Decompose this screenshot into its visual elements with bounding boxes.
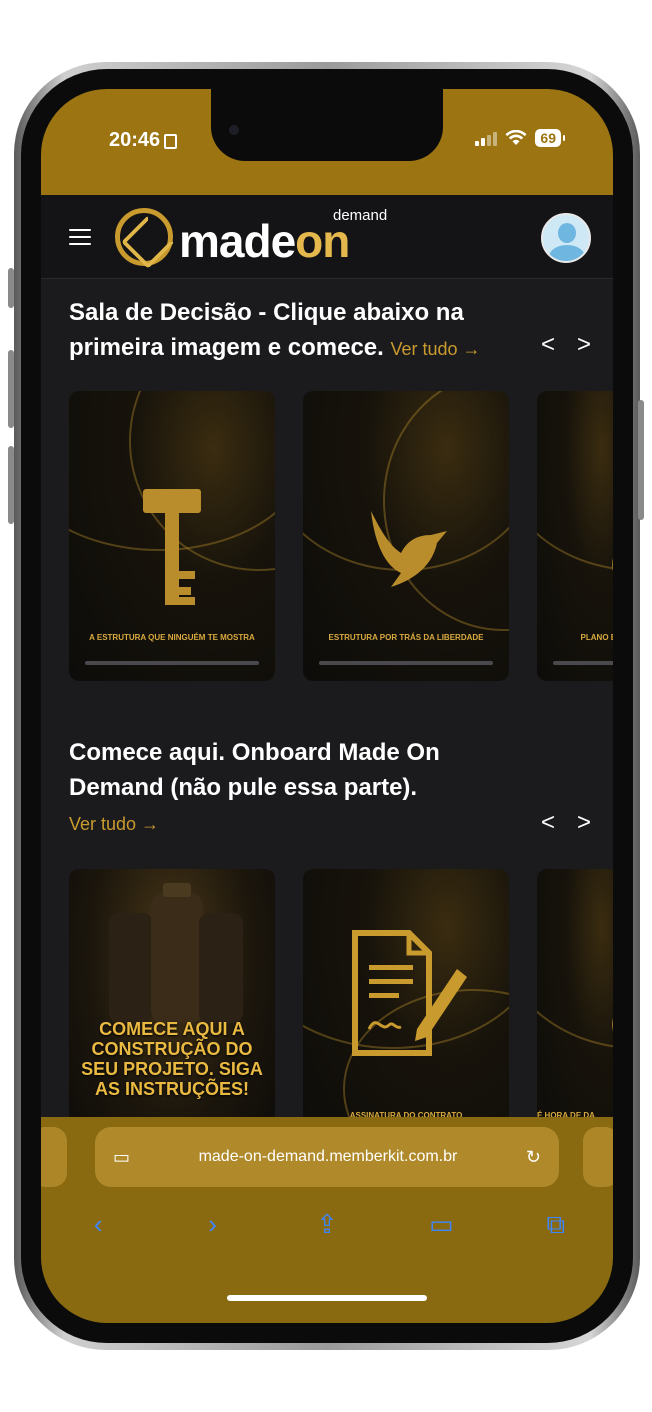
page-menu-icon[interactable]: ▭ <box>113 1147 130 1168</box>
menu-icon[interactable] <box>69 229 91 245</box>
bird-icon <box>371 511 447 587</box>
carousel-next-button[interactable]: > <box>577 331 591 359</box>
status-time: 20:46 <box>109 129 178 152</box>
carousel-nav: < > <box>541 809 591 837</box>
card-caption: PLANO E LA <box>580 633 613 642</box>
next-tab-preview[interactable] <box>583 1127 613 1187</box>
battery-icon: 69 <box>535 129 565 147</box>
volume-up-button <box>8 350 14 428</box>
progress-bar <box>553 661 613 665</box>
key-icon <box>143 489 201 605</box>
bookmarks-icon[interactable]: ▭ <box>421 1209 461 1241</box>
course-card[interactable]: PLANO E LA <box>537 391 613 681</box>
card-caption: ESTRUTURA POR TRÁS DA LIBERDADE <box>328 633 484 642</box>
dynamic-island <box>211 89 443 161</box>
id-card-icon <box>164 134 178 149</box>
screen: 20:46 69 madeon demand Sala de Decisão -… <box>41 89 613 1323</box>
course-card[interactable]: A ESTRUTURA QUE NINGUÉM TE MOSTRA <box>69 391 275 681</box>
logo-demand-text: demand <box>333 207 388 224</box>
see-all-link[interactable]: Ver tudo → <box>69 814 159 834</box>
course-card[interactable]: COMECE AQUI A CONSTRUÇÃO DO SEU PROJETO.… <box>69 869 275 1159</box>
card-headline: COMECE AQUI A CONSTRUÇÃO DO SEU PROJETO.… <box>81 1019 263 1099</box>
see-all-link[interactable]: Ver tudo → <box>391 339 481 359</box>
carousel-prev-button[interactable]: < <box>541 331 555 359</box>
signal-icon <box>475 130 498 146</box>
partial-icon <box>612 558 613 571</box>
app-header: madeon demand <box>41 195 613 279</box>
address-bar[interactable]: ▭ made-on-demand.memberkit.com.br ↻ <box>95 1127 559 1187</box>
phone-bezel: 20:46 69 madeon demand Sala de Decisão -… <box>21 69 633 1343</box>
browser-chrome: ▭ made-on-demand.memberkit.com.br ↻ ‹ › … <box>41 1117 613 1323</box>
url-text: made-on-demand.memberkit.com.br <box>198 1148 458 1165</box>
status-bar: 20:46 69 <box>41 89 613 195</box>
camera-icon <box>229 125 239 135</box>
share-icon[interactable]: ⇪ <box>307 1209 347 1241</box>
partial-icon <box>612 1018 613 1031</box>
section-title: Comece aqui. Onboard Made On Demand (não… <box>69 739 440 834</box>
card-row: A ESTRUTURA QUE NINGUÉM TE MOSTRA ESTRUT… <box>69 391 613 681</box>
card-row: COMECE AQUI A CONSTRUÇÃO DO SEU PROJETO.… <box>69 869 613 1159</box>
logo-wordmark: madeon <box>179 215 350 267</box>
logo[interactable]: madeon demand <box>115 207 387 267</box>
contract-pen-icon <box>352 930 467 1056</box>
power-button <box>638 400 644 520</box>
carousel-nav: < > <box>541 331 591 359</box>
wifi-icon <box>505 130 527 145</box>
carousel-prev-button[interactable]: < <box>541 809 555 837</box>
forward-icon[interactable]: › <box>193 1209 233 1241</box>
volume-down-button <box>8 446 14 524</box>
course-card[interactable]: ESTRUTURA POR TRÁS DA LIBERDADE <box>303 391 509 681</box>
course-card[interactable]: É HORA DE DA <box>537 869 613 1159</box>
logo-icon <box>115 208 173 266</box>
progress-bar <box>319 661 493 665</box>
carousel-next-button[interactable]: > <box>577 809 591 837</box>
clock: 20:46 <box>109 129 161 151</box>
back-icon[interactable]: ‹ <box>78 1209 118 1241</box>
card-caption: A ESTRUTURA QUE NINGUÉM TE MOSTRA <box>89 633 255 642</box>
side-button <box>8 268 14 308</box>
avatar[interactable] <box>541 213 591 263</box>
home-indicator[interactable] <box>227 1295 427 1301</box>
course-card[interactable]: ASSINATURA DO CONTRATO <box>303 869 509 1159</box>
progress-bar <box>85 661 259 665</box>
browser-toolbar: ‹ › ⇪ ▭ ⧉ <box>41 1209 613 1241</box>
status-indicators: 69 <box>475 129 565 147</box>
tabs-icon[interactable]: ⧉ <box>536 1209 576 1241</box>
previous-tab-preview[interactable] <box>41 1127 67 1187</box>
section-title: Sala de Decisão - Clique abaixo na prime… <box>69 299 481 361</box>
bottles-icon <box>109 883 243 1023</box>
phone-frame: 20:46 69 madeon demand Sala de Decisão -… <box>14 62 640 1350</box>
reload-icon[interactable]: ↻ <box>526 1147 541 1168</box>
